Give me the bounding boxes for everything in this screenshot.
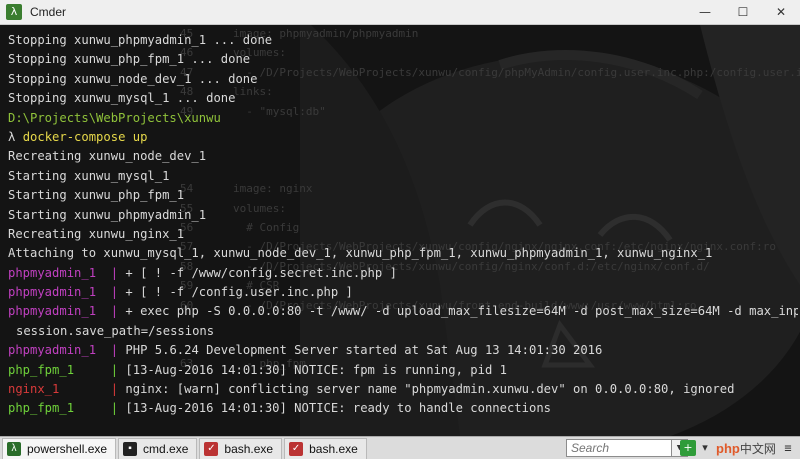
service-name: phpmyadmin_1 [8, 304, 111, 319]
log-separator: | [110, 304, 119, 319]
search-input[interactable] [566, 439, 672, 457]
log-message: + exec php -S 0.0.0.0:80 -t /www/ -d upl… [125, 304, 798, 319]
log-separator: | [110, 401, 119, 416]
log-line: php_fpm_1 | [13-Aug-2016 14:01:30] NOTIC… [8, 399, 798, 418]
log-message: [13-Aug-2016 14:01:30] NOTICE: ready to … [125, 401, 551, 416]
tab-cmd[interactable]: ▪ cmd.exe [118, 437, 198, 459]
service-name: nginx_1 [8, 382, 111, 397]
log-message: PHP 5.6.24 Development Server started at… [125, 343, 603, 358]
window-title: Cmder [30, 5, 67, 19]
log-line: phpmyadmin_1 | PHP 5.6.24 Development Se… [8, 341, 798, 360]
console-area[interactable]: 45 image: phpmyadmin/phpmyadmin 46 volume… [0, 25, 800, 436]
terminal-line: Stopping xunwu_mysql_1 ... done [8, 91, 236, 106]
terminal-line: Stopping xunwu_node_dev_1 ... done [8, 71, 258, 86]
log-message: + [ ! -f /www/config.secret.inc.php ] [125, 265, 397, 280]
log-line: phpmyadmin_1 | + [ ! -f /config.user.inc… [8, 283, 798, 302]
watermark-logo: php中文网 [716, 437, 776, 459]
prompt-symbol: λ [8, 129, 23, 144]
tab-bash-2[interactable]: ✓ bash.exe [284, 437, 367, 459]
terminal-line: Stopping xunwu_phpmyadmin_1 ... done [8, 33, 273, 47]
log-line: php_fpm_1 | [13-Aug-2016 14:01:30] NOTIC… [8, 361, 798, 380]
maximize-button[interactable]: ☐ [724, 0, 762, 24]
watermark-suffix: 中文网 [739, 442, 776, 456]
tab-label: bash.exe [224, 442, 274, 456]
log-line: phpmyadmin_1 | + [ ! -f /www/config.secr… [8, 264, 798, 283]
minimize-button[interactable]: — [686, 0, 724, 24]
add-console-button[interactable]: + [680, 440, 696, 456]
lambda-app-icon: λ [6, 4, 22, 20]
menu-icon[interactable]: ≡ [780, 440, 796, 456]
service-name: php_fpm_1 [8, 362, 111, 377]
cmd-icon: ▪ [123, 442, 138, 456]
terminal-line: Recreating xunwu_node_dev_1 [8, 149, 207, 164]
close-button[interactable]: ✕ [762, 0, 800, 24]
service-name: phpmyadmin_1 [8, 285, 111, 300]
tab-label: powershell.exe [27, 442, 108, 456]
tab-bash-1[interactable]: ✓ bash.exe [199, 437, 283, 459]
terminal-line: Starting xunwu_php_fpm_1 [8, 188, 185, 203]
terminal-line: Recreating xunwu_nginx_1 [8, 226, 185, 241]
service-name: phpmyadmin_1 [8, 343, 111, 358]
terminal-line: λ docker-compose up [8, 128, 798, 147]
tab-label: bash.exe [309, 442, 358, 456]
log-message: nginx: [warn] conflicting server name "p… [125, 382, 735, 397]
log-line: nginx_1 | nginx: [warn] conflicting serv… [8, 380, 798, 399]
terminal-line: Starting xunwu_phpmyadmin_1 [8, 207, 207, 222]
log-separator: | [110, 265, 119, 280]
bash-icon: ✓ [204, 442, 219, 456]
log-message: session.save_path=/sessions [16, 323, 215, 338]
tab-label: cmd.exe [143, 442, 189, 456]
terminal-line: Attaching to xunwu_mysql_1, xunwu_node_d… [8, 246, 713, 261]
tab-powershell[interactable]: λ powershell.exe [2, 437, 117, 459]
log-separator: | [110, 343, 119, 358]
terminal-output[interactable]: Stopping xunwu_phpmyadmin_1 ... done Stop… [8, 31, 798, 419]
terminal-line: Stopping xunwu_php_fpm_1 ... done [8, 52, 251, 67]
log-separator: | [110, 285, 119, 300]
tab-bar: λ powershell.exe ▪ cmd.exe ✓ bash.exe ✓ … [0, 436, 800, 459]
cmder-window: λ Cmder — ☐ ✕ 45 image: phpmyadmin/phpmy… [0, 0, 800, 459]
terminal-line: D:\Projects\WebProjects\xunwu [8, 110, 221, 125]
log-line: session.save_path=/sessions [8, 322, 798, 341]
log-separator: | [110, 382, 119, 397]
window-controls: — ☐ ✕ [686, 0, 800, 24]
command-text: docker-compose up [22, 129, 148, 144]
bash-icon: ✓ [289, 442, 304, 456]
add-console-dropdown-icon[interactable]: ▾ [697, 440, 713, 456]
log-message: [13-Aug-2016 14:01:30] NOTICE: fpm is ru… [125, 362, 507, 377]
title-bar[interactable]: λ Cmder — ☐ ✕ [0, 0, 800, 25]
log-message: + [ ! -f /config.user.inc.php ] [125, 285, 353, 300]
log-separator: | [110, 362, 119, 377]
service-name: php_fpm_1 [8, 401, 111, 416]
powershell-icon: λ [7, 442, 21, 456]
terminal-line: Starting xunwu_mysql_1 [8, 168, 170, 183]
watermark-brand: php [716, 441, 740, 456]
log-line: phpmyadmin_1 | + exec php -S 0.0.0.0:80 … [8, 302, 798, 321]
service-name: phpmyadmin_1 [8, 265, 111, 280]
